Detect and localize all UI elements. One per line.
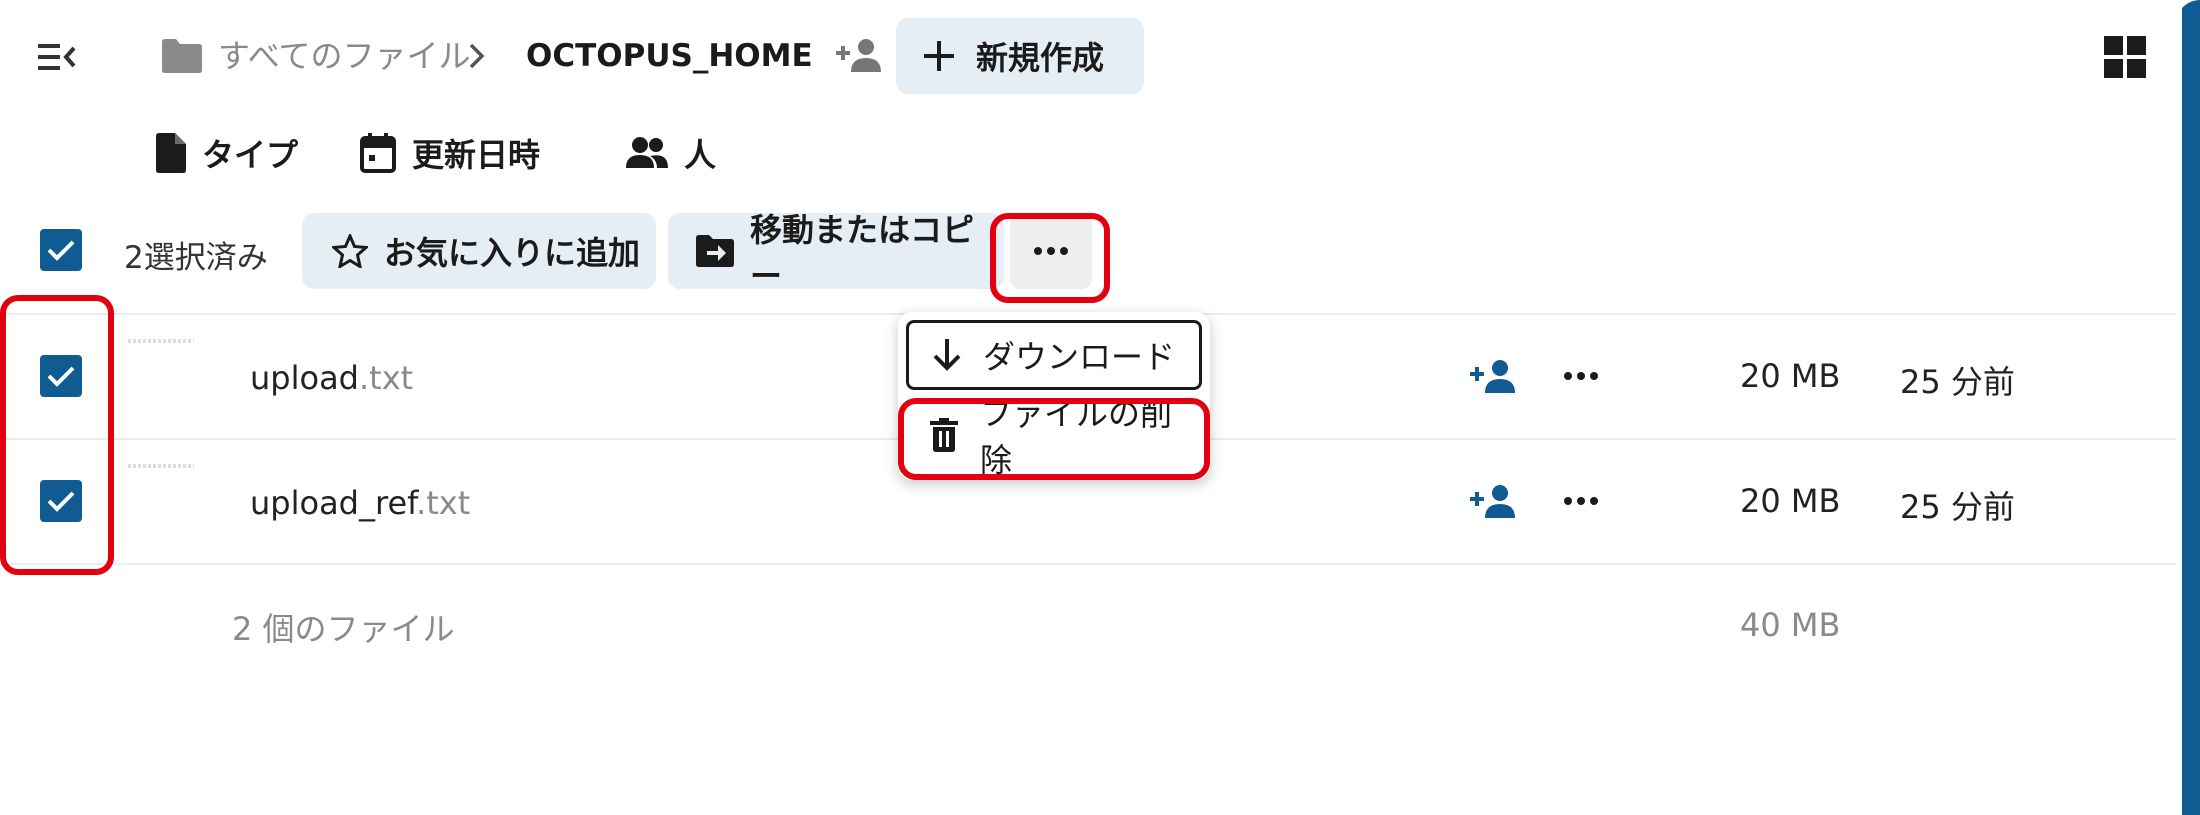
dots-icon [1034, 247, 1068, 255]
file-name[interactable]: upload_ref.txt [250, 484, 470, 522]
trash-icon [930, 418, 958, 452]
favorite-button[interactable]: お気に入りに追加 [302, 213, 656, 289]
more-actions-button[interactable] [1010, 213, 1092, 289]
file-name-base: upload_ref [250, 484, 417, 522]
file-extension: .txt [416, 484, 471, 522]
row-checkbox[interactable] [40, 355, 82, 397]
row-actions-icon[interactable] [1564, 372, 1598, 380]
file-name-base: upload [250, 359, 359, 397]
action-menu: ダウンロード ファイルの削除 [898, 312, 1210, 480]
new-button[interactable]: 新規作成 [896, 18, 1144, 94]
menu-item-download-label: ダウンロード [983, 338, 1176, 376]
share-person-icon[interactable] [1470, 359, 1516, 393]
chevron-right-icon [468, 42, 486, 70]
filter-modified-label: 更新日時 [412, 136, 541, 174]
filter-modified[interactable]: 更新日時 [360, 130, 540, 176]
file-thumbnail [128, 339, 194, 343]
filter-type[interactable]: タイプ [156, 130, 298, 176]
menu-item-delete-label: ファイルの削除 [980, 395, 1173, 479]
star-icon [332, 234, 368, 268]
folder-icon [162, 39, 202, 73]
new-button-label: 新規作成 [976, 39, 1105, 77]
divider [0, 563, 2176, 565]
summary-size: 40 MB [1740, 606, 1841, 644]
breadcrumb-root[interactable]: すべてのファイル [218, 36, 470, 76]
file-modified: 25 分前 [1900, 488, 2015, 526]
download-arrow-icon [933, 339, 961, 371]
scrollbar[interactable] [2176, 0, 2200, 815]
plus-icon [924, 41, 954, 71]
breadcrumb-current[interactable]: OCTOPUS_HOME [526, 36, 813, 76]
grid-view-icon[interactable] [2104, 36, 2146, 78]
favorite-button-label: お気に入りに追加 [384, 234, 641, 272]
file-size: 20 MB [1740, 357, 1841, 395]
move-copy-button-label: 移動またはコピー [750, 211, 975, 295]
file-modified: 25 分前 [1900, 363, 2015, 401]
menu-collapse-icon[interactable] [38, 42, 78, 72]
share-person-icon[interactable] [1470, 484, 1516, 518]
select-all-checkbox[interactable] [40, 229, 82, 271]
row-checkbox[interactable] [40, 480, 82, 522]
file-thumbnail [128, 464, 194, 468]
filter-people-label: 人 [684, 136, 717, 174]
calendar-icon [360, 133, 396, 173]
summary-count: 2 個のファイル [232, 610, 455, 648]
move-copy-button[interactable]: 移動またはコピー [668, 211, 1004, 295]
file-extension: .txt [358, 359, 414, 397]
people-icon [626, 136, 668, 170]
breadcrumb: すべてのファイル [162, 36, 470, 76]
selected-count: 2選択済み [124, 240, 268, 276]
file-size: 20 MB [1740, 482, 1841, 520]
filter-type-label: タイプ [202, 136, 299, 174]
menu-item-download[interactable]: ダウンロード [906, 320, 1202, 390]
filter-people[interactable]: 人 [626, 130, 716, 176]
folder-move-icon [696, 235, 734, 267]
file-icon [156, 133, 186, 173]
share-person-icon[interactable] [836, 38, 882, 72]
menu-item-delete[interactable]: ファイルの削除 [906, 395, 1202, 479]
file-name[interactable]: upload.txt [250, 359, 413, 397]
row-actions-icon[interactable] [1564, 497, 1598, 505]
